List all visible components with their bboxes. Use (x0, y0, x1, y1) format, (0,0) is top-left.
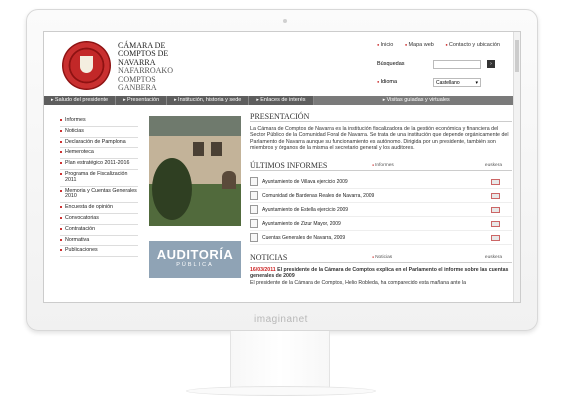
sidebar-item-plan[interactable]: Plan estratégico 2011-2016 (60, 159, 138, 170)
seal-logo[interactable] (62, 41, 111, 90)
main-content: PRESENTACIÓN La Cámara de Comptos de Nav… (250, 112, 512, 286)
org-line: GANBERA (118, 83, 157, 93)
document-icon (250, 205, 258, 215)
sidebar-item-hemeroteca[interactable]: Hemeroteca (60, 148, 138, 160)
sidebar-item-noticias[interactable]: Noticias (60, 127, 138, 138)
browser-screen: CÁMARA DE COMPTOS DE NAVARRA NAFARROAKO … (43, 31, 521, 303)
sidebar-item-normativa[interactable]: Normativa (60, 236, 138, 247)
language-select[interactable]: Castellano (433, 77, 481, 87)
vertical-scrollbar[interactable] (513, 32, 520, 302)
sidebar-item-contratacion[interactable]: Contratación (60, 225, 138, 236)
site-header: CÁMARA DE COMPTOS DE NAVARRA NAFARROAKO … (44, 32, 520, 96)
sidebar-item-convocatorias[interactable]: Convocatorias (60, 214, 138, 225)
shield-icon (80, 56, 93, 73)
search-input[interactable] (433, 59, 481, 69)
pdf-icon[interactable] (491, 207, 500, 214)
report-title: Ayuntamiento de Estella ejercicio 2009 (262, 206, 349, 213)
building-window (193, 142, 204, 156)
language-label: Idioma (377, 79, 433, 85)
audit-title: AUDITORÍA (156, 247, 234, 262)
news-item[interactable]: 16/03/2011 El presidente de la Cámara de… (250, 267, 512, 286)
sidebar-item-encuesta[interactable]: Encuesta de opinión (60, 203, 138, 214)
sidebar-item-programa[interactable]: Programa de Fiscalización 2011 (60, 170, 138, 187)
sitemap-link[interactable]: Mapa web (405, 42, 434, 48)
brand-label: imaginanet (254, 314, 308, 325)
news-heading: NOTICIAS Noticias euskera (250, 253, 512, 264)
nav-visitas[interactable]: Visitas guiadas y virtuales (313, 96, 520, 105)
nav-enlaces[interactable]: Enlaces de interés (249, 96, 314, 105)
document-icon (250, 191, 258, 201)
building-photo (149, 116, 241, 226)
report-title: Cuentas Generales de Navarra, 2009 (262, 234, 346, 241)
search-row: Búsquedas › (377, 57, 515, 71)
camera-dot (283, 19, 287, 23)
monitor-base (186, 386, 376, 396)
tree-shape (152, 158, 192, 220)
presentation-heading: PRESENTACIÓN (250, 112, 512, 122)
news-headline: El presidente de la Cámara de Comptos ex… (250, 267, 509, 280)
sidebar-item-memoria[interactable]: Memoria y Cuentas Generales 2010 (60, 187, 138, 204)
reports-link[interactable]: Informes (372, 163, 394, 168)
news-body: El presidente de la Cámara de Comptos, H… (250, 279, 466, 286)
pdf-icon[interactable] (491, 235, 500, 242)
building-door (222, 171, 236, 189)
news-euskera-link[interactable]: euskera (485, 255, 502, 260)
latest-reports-title: ÚLTIMOS INFORMES (250, 161, 328, 171)
news-link[interactable]: Noticias (372, 255, 392, 260)
main-navigation: Saludo del presidente Presentación Insti… (44, 96, 520, 105)
report-title: Comunidad de Bardenas Reales de Navarra,… (262, 192, 375, 199)
presentation-text: La Cámara de Comptos de Navarra es la in… (250, 126, 509, 151)
euskera-link[interactable]: euskera (485, 163, 502, 168)
document-icon (250, 219, 258, 229)
nav-presentacion[interactable]: Presentación (116, 96, 168, 105)
latest-reports-heading: ÚLTIMOS INFORMES Informes euskera (250, 161, 512, 172)
sidebar-item-informes[interactable]: Informes (60, 116, 138, 127)
audit-banner[interactable]: AUDITORÍA PÚBLICA (149, 241, 241, 278)
report-title: Ayuntamiento de Zizur Mayor, 2009 (262, 220, 341, 227)
document-icon (250, 177, 258, 187)
organization-title: CÁMARA DE COMPTOS DE NAVARRA NAFARROAKO … (118, 41, 173, 93)
report-item[interactable]: Ayuntamiento de Villava ejercicio 2009 (250, 175, 512, 190)
sidebar-menu: Informes Noticias Declaración de Pamplon… (60, 116, 138, 258)
top-links: Inicio Mapa web Contacto y ubicación (377, 42, 510, 48)
search-label: Búsquedas (377, 61, 405, 67)
pdf-icon[interactable] (491, 221, 500, 228)
scroll-thumb[interactable] (515, 40, 519, 72)
nav-saludo[interactable]: Saludo del presidente (44, 96, 117, 105)
report-item[interactable]: Cuentas Generales de Navarra, 2009 (250, 231, 512, 246)
sidebar-item-declaracion[interactable]: Declaración de Pamplona (60, 138, 138, 149)
report-item[interactable]: Comunidad de Bardenas Reales de Navarra,… (250, 189, 512, 204)
report-item[interactable]: Ayuntamiento de Estella ejercicio 2009 (250, 203, 512, 218)
pdf-icon[interactable] (491, 193, 500, 200)
news-date: 16/03/2011 (250, 267, 276, 274)
report-title: Ayuntamiento de Villava ejercicio 2009 (262, 178, 348, 185)
sidebar-item-publicaciones[interactable]: Publicaciones (60, 246, 138, 258)
search-button[interactable]: › (487, 60, 495, 68)
report-item[interactable]: Ayuntamiento de Zizur Mayor, 2009 (250, 217, 512, 232)
pdf-icon[interactable] (491, 179, 500, 186)
language-row: Idioma Castellano (377, 75, 515, 89)
document-icon (250, 233, 258, 243)
contact-link[interactable]: Contacto y ubicación (445, 42, 500, 48)
nav-institucion[interactable]: Institución, historia y sede (167, 96, 250, 105)
audit-subtitle: PÚBLICA (176, 262, 214, 268)
news-title-heading: NOTICIAS (250, 253, 288, 263)
building-window (211, 142, 222, 156)
inicio-link[interactable]: Inicio (377, 42, 393, 48)
